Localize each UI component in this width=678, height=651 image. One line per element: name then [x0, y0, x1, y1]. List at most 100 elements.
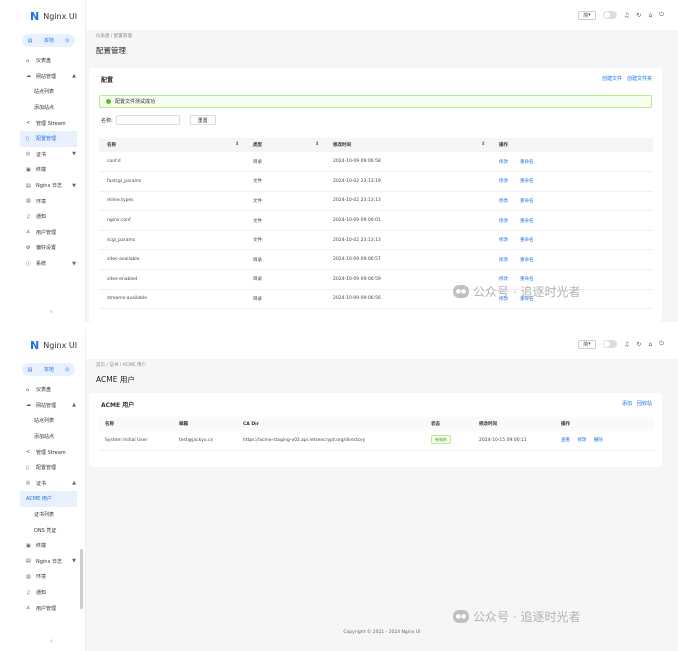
sidebar-item[interactable]: ⓘ 系统 ▼ — [0, 256, 85, 272]
edit-link[interactable]: 修改 — [499, 160, 508, 165]
sidebar-item[interactable]: ACME 用户 — [20, 491, 77, 507]
collapse-sidebar-icon[interactable]: ‹ — [50, 637, 53, 645]
rename-link[interactable]: 重命名 — [520, 199, 534, 204]
language-select[interactable]: 简 ▾ — [578, 339, 597, 349]
create-file-link[interactable]: 创建文件 — [602, 75, 622, 82]
sidebar-item[interactable]: DNS 凭证 — [0, 522, 85, 538]
edit-link[interactable]: 修改 — [499, 219, 508, 224]
rename-link[interactable]: 重命名 — [520, 238, 534, 243]
sidebar-item[interactable]: ⌂ 仪表盘 — [0, 53, 85, 69]
environment-selector[interactable]: ▤ 本地 ⊙ — [22, 34, 75, 47]
sidebar-item[interactable]: ⌂ 仪表盘 — [0, 382, 85, 398]
sidebar-item[interactable]: ♙ 用户管理 — [0, 600, 85, 616]
sidebar-item[interactable]: ♫ 通知 — [0, 209, 85, 225]
table-row[interactable]: conf.d 目录 2024-10-09 09:06:58 修改 重命名 — [99, 152, 653, 173]
table-row[interactable]: nginx.conf 文件 2024-10-09 09:06:01 修改 重命名 — [99, 210, 653, 231]
column-header-time[interactable]: 修改时间 ⇕ — [325, 138, 491, 152]
sidebar-item[interactable]: ☁ 网站管理 ▲ — [0, 69, 85, 85]
rename-link[interactable]: 重命名 — [520, 277, 534, 282]
sidebar-item[interactable]: ▯ 配置管理 — [0, 460, 85, 476]
sidebar-item[interactable]: ◎ 证书 ▼ — [0, 147, 85, 163]
bell-icon[interactable]: ♫ — [624, 12, 629, 19]
column-header-name[interactable]: 名称 ⇕ — [99, 138, 245, 152]
view-link[interactable]: 查看 — [561, 438, 570, 443]
table-row[interactable]: mime.types 文件 2024-10-02 23:13:13 修改 重命名 — [99, 191, 653, 212]
edit-link[interactable]: 修改 — [577, 438, 586, 443]
column-header-type[interactable]: 类型 ⇕ — [245, 138, 325, 152]
rename-link[interactable]: 重命名 — [520, 160, 534, 165]
trash-link[interactable]: 回收站 — [637, 400, 652, 407]
edit-link[interactable]: 修改 — [499, 199, 508, 204]
sidebar-item[interactable]: ≺ 管理 Stream — [0, 115, 85, 131]
card-actions: 创建文件 创建文件夹 — [602, 75, 652, 82]
collapse-sidebar-icon[interactable]: ‹ — [50, 308, 53, 316]
row-time: 2024-10-02 23:13:13 — [325, 191, 491, 212]
column-header-status[interactable]: 状态 — [425, 417, 473, 431]
edit-link[interactable]: 修改 — [499, 277, 508, 282]
column-header-ca-dir[interactable]: CA Dir — [237, 417, 425, 431]
bell-icon[interactable]: ♫ — [624, 341, 629, 348]
edit-link[interactable]: 修改 — [499, 179, 508, 184]
reload-icon[interactable]: ↻ — [636, 12, 641, 19]
edit-link[interactable]: 修改 — [499, 258, 508, 263]
rename-link[interactable]: 重命名 — [520, 258, 534, 263]
chevron-down-icon[interactable]: ▼ — [72, 558, 76, 564]
app-logo[interactable]: N Nginx UI — [0, 329, 85, 361]
rename-link[interactable]: 重命名 — [520, 219, 534, 224]
rename-link[interactable]: 重命名 — [520, 179, 534, 184]
table-row[interactable]: scgi_params 文件 2024-10-02 23:13:13 修改 重命名 — [99, 230, 653, 251]
edit-link[interactable]: 修改 — [499, 238, 508, 243]
env-badge: ⊙ — [65, 366, 70, 373]
sidebar-item[interactable]: ▣ 终端 — [0, 162, 85, 178]
logout-icon[interactable]: ⏻ — [659, 340, 664, 348]
chevron-up-icon[interactable]: ▲ — [72, 402, 76, 408]
breadcrumb[interactable]: 仪表盘 / 配置管理 — [96, 33, 132, 39]
language-select[interactable]: 简 ▾ — [578, 10, 597, 20]
app-logo[interactable]: N Nginx UI — [0, 0, 85, 32]
wechat-icon: ●● — [453, 610, 469, 623]
chevron-up-icon[interactable]: ▲ — [72, 73, 76, 79]
reset-button[interactable]: 重置 — [189, 115, 216, 125]
column-header-time[interactable]: 修改时间 — [473, 417, 555, 431]
breadcrumb[interactable]: 首页 / 证书 / ACME 用户 — [96, 362, 146, 368]
logout-icon[interactable]: ⏻ — [659, 11, 664, 19]
cloud-icon: ☁ — [26, 73, 31, 80]
sidebar-item[interactable]: 证书列表 — [0, 507, 85, 523]
table-row[interactable]: fastcgi_params 文件 2024-10-02 23:13:19 修改 重命名 — [99, 171, 653, 192]
sidebar-item[interactable]: ♙ 用户管理 — [0, 225, 85, 241]
reload-icon[interactable]: ↻ — [636, 341, 641, 348]
sidebar-item[interactable]: ▣ 终端 — [0, 538, 85, 554]
table-row: System Initial User test@jackyu.cn https… — [99, 431, 655, 451]
chevron-up-icon[interactable]: ▲ — [72, 480, 76, 486]
home-icon[interactable]: ⌂ — [648, 12, 652, 19]
create-folder-link[interactable]: 创建文件夹 — [627, 75, 652, 82]
home-icon[interactable]: ⌂ — [648, 341, 652, 348]
sidebar-item[interactable]: ▤ Nginx 日志 ▼ — [0, 178, 85, 194]
column-header-email[interactable]: 邮箱 — [173, 417, 237, 431]
add-link[interactable]: 添加 — [622, 400, 632, 407]
sidebar-item[interactable]: ▥ 环境 — [0, 569, 85, 585]
sidebar-scrollbar[interactable] — [80, 549, 83, 609]
theme-toggle[interactable] — [603, 11, 618, 19]
sidebar-item[interactable]: ≺ 管理 Stream — [0, 444, 85, 460]
sidebar-item[interactable]: ▥ 环境 — [0, 193, 85, 209]
delete-link[interactable]: 删除 — [594, 438, 603, 443]
sidebar-item[interactable]: 站点列表 — [0, 413, 85, 429]
sidebar-item[interactable]: 添加站点 — [0, 100, 85, 116]
sidebar-item[interactable]: ▯ 配置管理 — [20, 130, 77, 147]
sidebar-item[interactable]: ♫ 通知 — [0, 585, 85, 601]
name-search-input[interactable] — [115, 115, 180, 125]
environment-selector[interactable]: ▤ 本地 ⊙ — [22, 363, 75, 376]
sidebar-item[interactable]: ◎ 证书 ▲ — [0, 476, 85, 492]
chevron-down-icon[interactable]: ▼ — [72, 183, 76, 189]
chevron-down-icon[interactable]: ▼ — [72, 261, 76, 267]
sidebar-item[interactable]: 添加站点 — [0, 429, 85, 445]
table-row[interactable]: sites-available 目录 2024-10-09 09:06:57 修改 重命… — [99, 249, 653, 271]
theme-toggle[interactable] — [603, 340, 618, 348]
column-header-name[interactable]: 名称 — [99, 417, 173, 431]
sidebar-item[interactable]: ⚙ 偏好设置 — [0, 240, 85, 256]
sidebar-item[interactable]: 站点列表 — [0, 84, 85, 100]
chevron-down-icon[interactable]: ▼ — [72, 151, 76, 157]
sidebar-item[interactable]: ▤ Nginx 日志 ▼ — [0, 554, 85, 570]
sidebar-item[interactable]: ☁ 网站管理 ▲ — [0, 398, 85, 414]
